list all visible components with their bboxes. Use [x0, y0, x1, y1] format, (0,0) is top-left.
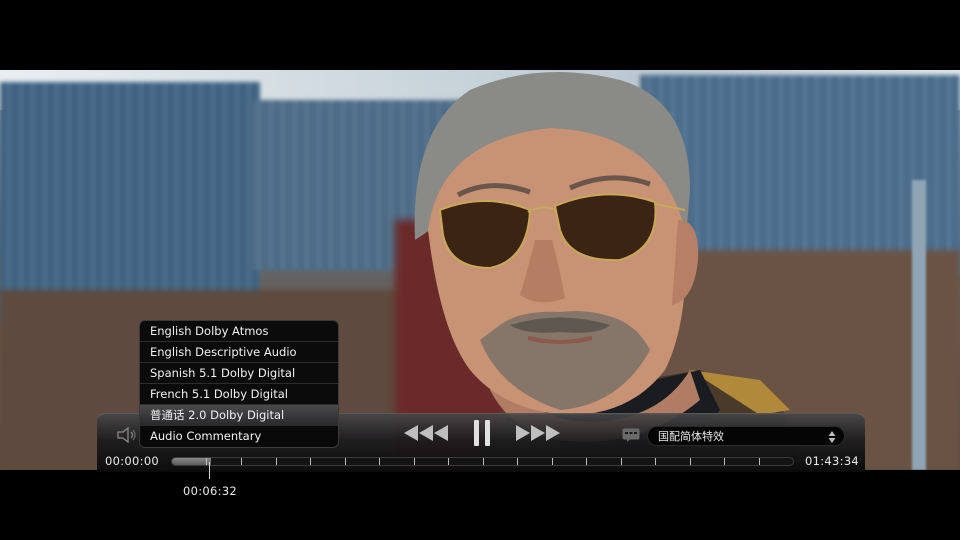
- seek-bar-tick: [723, 458, 725, 465]
- seek-bar-tick: [655, 458, 656, 465]
- seek-bar-tick: [379, 458, 380, 465]
- seek-bar-tick: [517, 458, 518, 465]
- audio-track-item[interactable]: English Descriptive Audio: [140, 342, 338, 363]
- pause-icon: [474, 420, 490, 446]
- seek-bar-tick: [309, 458, 311, 465]
- audio-track-item[interactable]: French 5.1 Dolby Digital: [140, 384, 338, 405]
- fast-forward-icon: [516, 425, 560, 441]
- seek-bar-tick: [758, 458, 760, 465]
- subtitle-icon[interactable]: [622, 428, 640, 442]
- transport-controls: [402, 418, 562, 448]
- letterbox-bottom: [0, 470, 960, 540]
- speaker-icon[interactable]: [116, 425, 138, 445]
- seek-bar-tick: [482, 458, 484, 465]
- audio-track-item[interactable]: Spanish 5.1 Dolby Digital: [140, 363, 338, 384]
- rewind-button[interactable]: [402, 418, 452, 448]
- audio-track-item[interactable]: English Dolby Atmos: [140, 321, 338, 342]
- seek-bar[interactable]: [171, 457, 794, 466]
- audio-track-menu: English Dolby Atmos English Descriptive A…: [139, 320, 339, 448]
- seek-bar-tick: [275, 458, 277, 465]
- seek-bar-tick: [620, 458, 622, 465]
- elapsed-time: 00:00:00: [105, 454, 160, 468]
- fast-forward-button[interactable]: [512, 418, 562, 448]
- subtitle-select-value: 国配简体特效: [658, 430, 724, 443]
- audio-track-item[interactable]: Audio Commentary: [140, 426, 338, 447]
- seek-hover-time: 00:06:32: [183, 484, 238, 498]
- seek-bar-progress: [172, 458, 211, 465]
- seek-bar-tick: [586, 458, 587, 465]
- rewind-icon: [404, 425, 448, 441]
- seek-bar-tick: [689, 458, 691, 465]
- seek-bar-tick: [413, 458, 415, 465]
- seek-bar-tick: [551, 458, 553, 465]
- seek-bar-tick: [240, 458, 242, 465]
- total-time: 01:43:34: [805, 454, 860, 468]
- subtitle-select[interactable]: 国配简体特效: [647, 426, 845, 446]
- seek-hover-marker: [209, 462, 210, 479]
- pause-button[interactable]: [470, 418, 494, 448]
- seek-bar-tick: [344, 458, 346, 465]
- seek-bar-tick: [447, 458, 449, 465]
- seek-bar-tick: [206, 458, 208, 465]
- audio-track-item[interactable]: 普通话 2.0 Dolby Digital: [140, 405, 338, 426]
- select-arrows-icon: [828, 431, 836, 443]
- letterbox-top: [0, 0, 960, 70]
